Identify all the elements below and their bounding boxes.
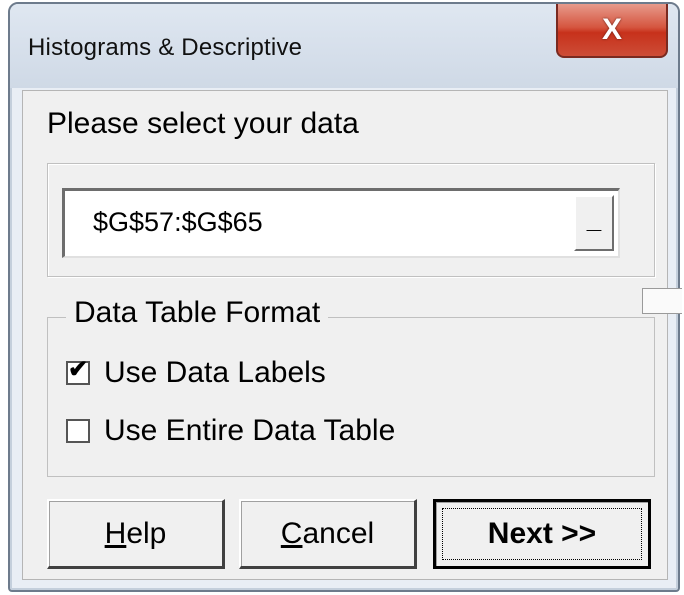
cancel-label-rest: ancel (302, 516, 375, 550)
checkmark-icon: ✔ (68, 356, 89, 383)
cancel-accel: C (280, 516, 303, 550)
dialog-body: Please select your data $G$57:$G$65 _ Da… (22, 90, 668, 580)
data-table-format-legend: Data Table Format (66, 296, 329, 330)
use-data-labels-label[interactable]: Use Data Labels (104, 356, 326, 390)
background-slider-tab (642, 288, 682, 314)
use-entire-table-option[interactable]: Use Entire Data Table (66, 414, 395, 448)
window-title: Histograms & Descriptive (28, 34, 303, 61)
select-data-prompt: Please select your data (47, 107, 359, 140)
use-data-labels-checkbox[interactable]: ✔ (66, 356, 90, 385)
dialog-window: Histograms & Descriptive X Please select… (8, 2, 680, 592)
help-label-rest: elp (126, 516, 167, 550)
close-icon: X (601, 13, 622, 46)
close-button[interactable]: X (556, 4, 668, 58)
data-range-input[interactable]: $G$57:$G$65 _ (62, 188, 620, 258)
use-entire-table-checkbox[interactable] (66, 419, 90, 443)
focus-rectangle (442, 508, 642, 560)
collapse-icon: _ (586, 204, 602, 234)
data-table-format-group: Data Table Format ✔ Use Data Labels Use … (47, 296, 655, 477)
range-select-button[interactable]: _ (574, 195, 614, 251)
use-data-labels-option[interactable]: ✔ Use Data Labels (66, 356, 326, 390)
help-button[interactable]: Help (47, 499, 225, 569)
next-button[interactable]: Next >> (433, 499, 651, 569)
help-accel: H (104, 516, 127, 550)
cancel-button[interactable]: Cancel (239, 499, 417, 569)
use-entire-table-label[interactable]: Use Entire Data Table (104, 414, 395, 448)
data-range-group: $G$57:$G$65 _ (47, 163, 655, 277)
data-range-value: $G$57:$G$65 (93, 207, 263, 237)
